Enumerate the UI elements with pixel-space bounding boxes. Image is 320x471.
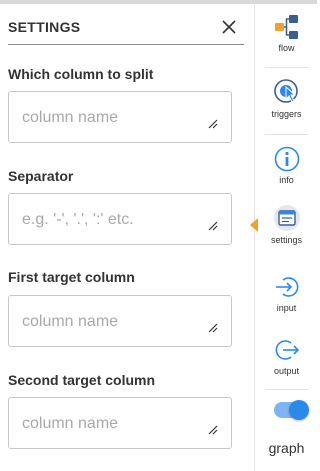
sidebar-item-settings[interactable]: settings xyxy=(250,204,318,245)
split-column-input[interactable] xyxy=(8,91,232,143)
sidebar-item-label: output xyxy=(273,366,300,376)
input-icon xyxy=(275,277,298,297)
output-icon xyxy=(275,340,299,360)
split-column-label: Which column to split xyxy=(8,66,154,82)
first-target-input[interactable] xyxy=(8,295,232,347)
graph-toggle-label: graph xyxy=(268,440,305,456)
settings-icon xyxy=(273,205,300,231)
sidebar-item-label: triggers xyxy=(271,109,302,119)
right-sidebar: flow triggers info settings input output… xyxy=(250,4,318,471)
close-icon[interactable] xyxy=(220,18,238,36)
sidebar-item-output[interactable]: output xyxy=(255,337,318,376)
sidebar-item-triggers[interactable]: triggers xyxy=(255,78,318,119)
separator-label: Separator xyxy=(8,168,74,184)
selected-pointer-icon xyxy=(250,218,258,232)
panel-title: SETTINGS xyxy=(8,19,81,35)
sidebar-item-label: info xyxy=(279,175,294,185)
sidebar-divider xyxy=(265,67,308,68)
first-target-label: First target column xyxy=(8,269,135,285)
sidebar-item-flow[interactable]: flow xyxy=(255,14,318,53)
second-target-input[interactable] xyxy=(8,397,232,449)
sidebar-divider xyxy=(265,389,308,390)
triggers-icon xyxy=(273,79,298,103)
separator-input[interactable] xyxy=(8,193,232,245)
second-target-label: Second target column xyxy=(8,372,156,388)
graph-toggle[interactable] xyxy=(274,400,309,420)
info-icon xyxy=(274,146,299,172)
sidebar-item-info[interactable]: info xyxy=(255,146,318,185)
sidebar-item-input[interactable]: input xyxy=(255,274,318,313)
toggle-knob xyxy=(289,400,309,420)
panel-header: SETTINGS xyxy=(8,14,244,45)
sidebar-item-label: input xyxy=(276,303,297,313)
flow-icon xyxy=(274,15,298,39)
sidebar-item-label: settings xyxy=(270,235,303,245)
sidebar-item-label: flow xyxy=(278,43,295,53)
settings-panel: SETTINGS Which column to split Separator… xyxy=(0,4,254,471)
sidebar-divider xyxy=(265,134,308,135)
